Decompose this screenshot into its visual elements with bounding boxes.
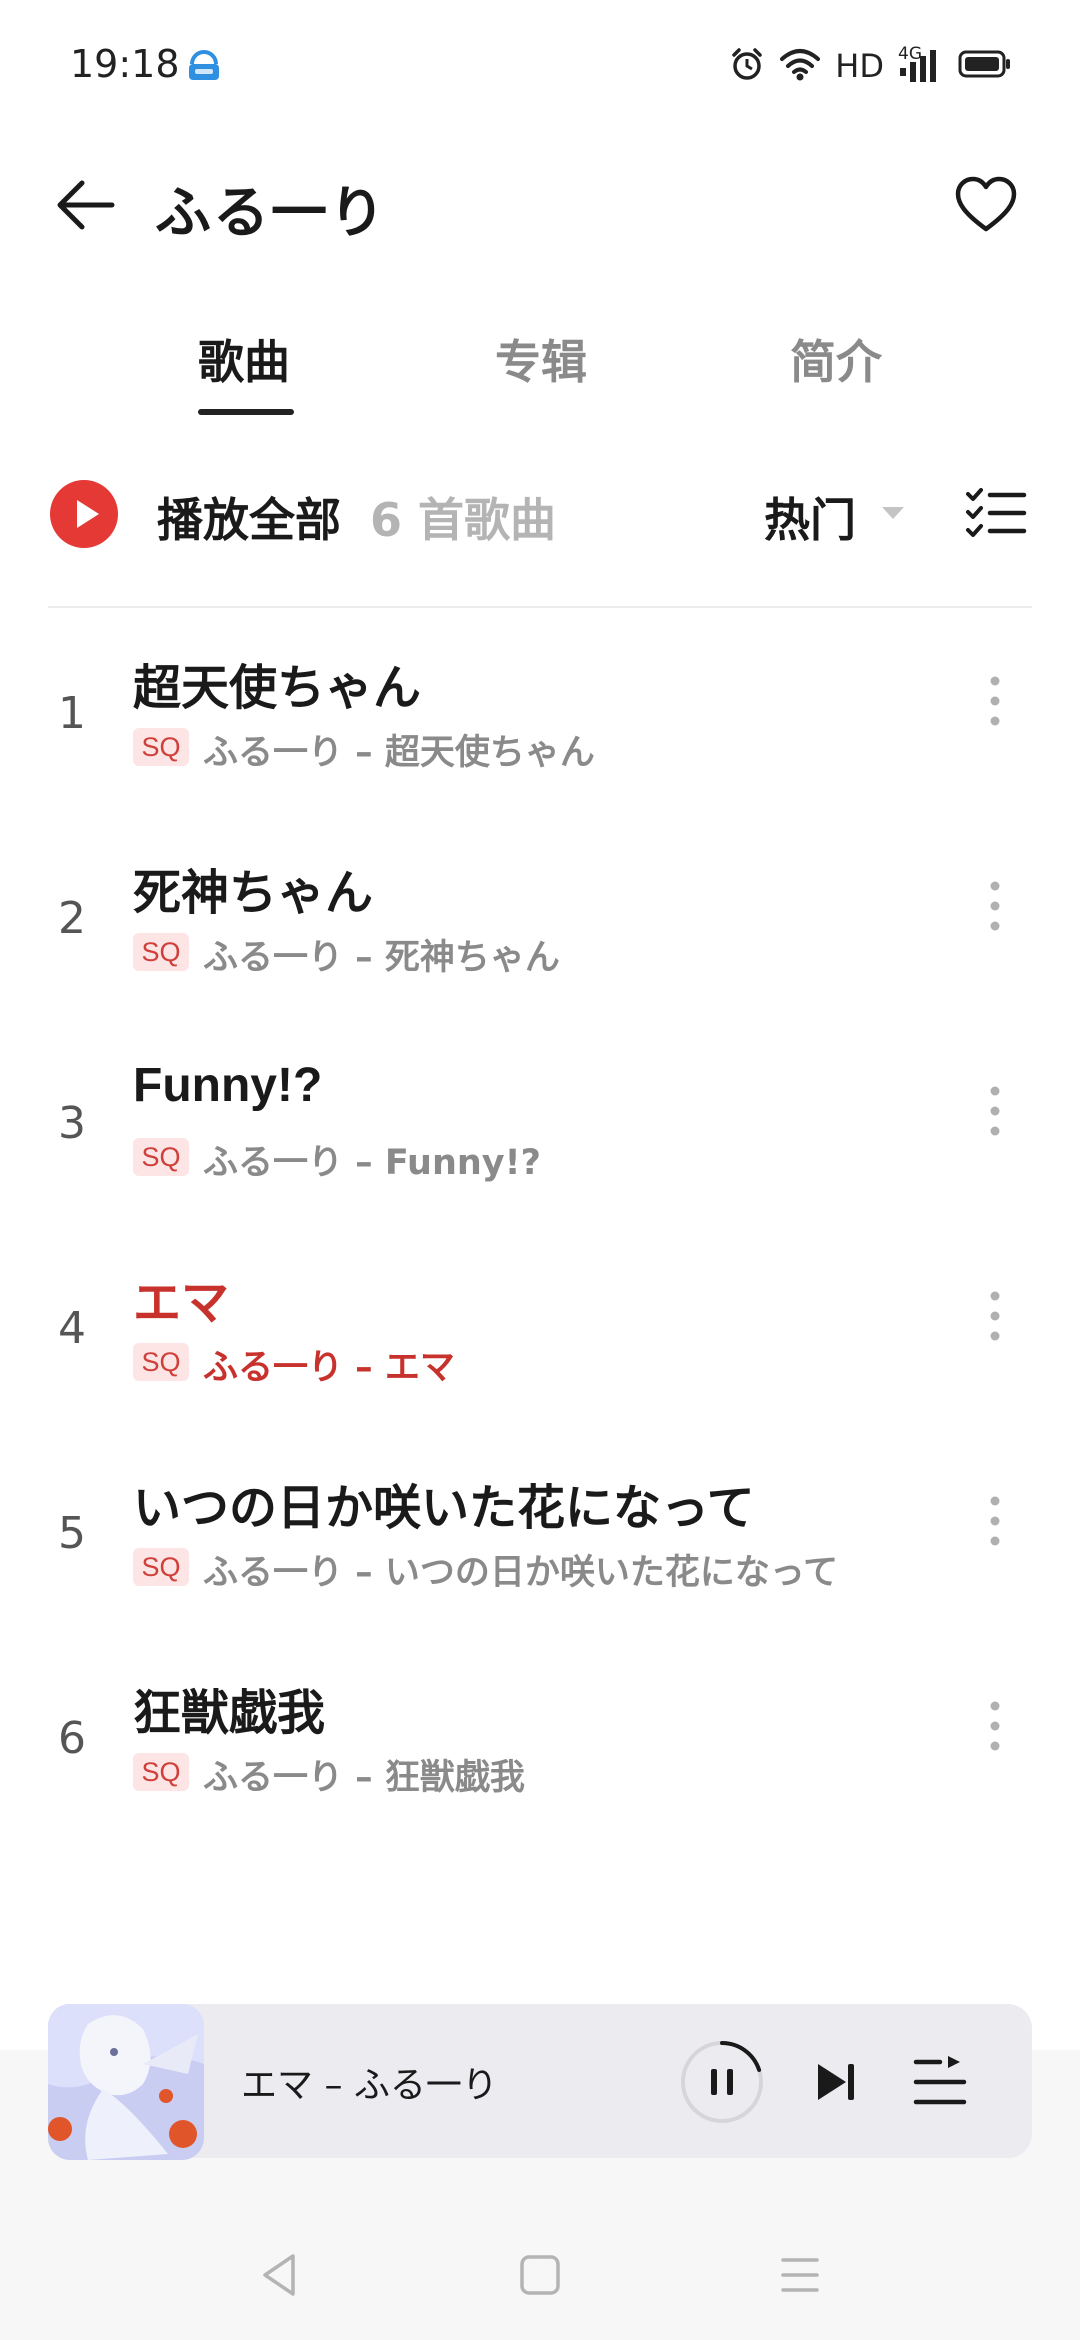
more-vertical-icon[interactable] <box>980 1288 1010 1348</box>
alarm-icon <box>729 46 765 86</box>
song-count: 6 首歌曲 <box>370 493 557 547</box>
tab-intro[interactable]: 简介 <box>790 326 882 392</box>
now-playing-title[interactable]: エマ – ふる一り <box>241 2056 498 2108</box>
page-title: ふる一り <box>155 181 387 246</box>
wifi-icon <box>779 47 821 85</box>
quality-badge: SQ <box>133 728 189 766</box>
song-subtitle: ふる一り – エマ <box>203 1348 455 1388</box>
pause-button[interactable] <box>678 2038 766 2126</box>
song-subtitle: ふる一り – Funny!? <box>203 1143 541 1183</box>
app-notification-icon <box>183 46 225 86</box>
mini-player[interactable]: エマ – ふる一り <box>48 2004 1032 2160</box>
playlist-icon[interactable] <box>910 2054 970 2110</box>
divider <box>48 606 1032 608</box>
quality-badge: SQ <box>133 933 189 971</box>
more-vertical-icon[interactable] <box>980 1493 1010 1553</box>
song-number: 4 <box>58 1303 86 1354</box>
tab-indicator <box>198 409 294 415</box>
heart-icon[interactable] <box>954 175 1018 235</box>
quality-badge: SQ <box>133 1548 189 1586</box>
song-subtitle: ふる一り – 狂獣戯我 <box>203 1758 525 1798</box>
nav-back-icon[interactable] <box>255 2250 305 2300</box>
play-all-button[interactable] <box>50 480 118 548</box>
song-subtitle: ふる一り – 死神ちゃん <box>203 938 560 978</box>
status-icons: HD 4G <box>729 44 1012 88</box>
song-row[interactable]: 2 死神ちゃん SQ ふる一り – 死神ちゃん <box>0 853 1080 1033</box>
song-title: 死神ちゃん <box>133 865 374 921</box>
song-subtitle: ふる一り – いつの日か咲いた花になって <box>203 1553 839 1593</box>
song-number: 1 <box>58 688 86 739</box>
song-row[interactable]: 5 いつの日か咲いた花になって SQ ふる一り – いつの日か咲いた花になって <box>0 1468 1080 1648</box>
hd-label: HD <box>835 47 884 85</box>
song-number: 3 <box>58 1098 86 1149</box>
song-row[interactable]: 3 Funny!? SQ ふる一り – Funny!? <box>0 1058 1080 1238</box>
chevron-down-icon[interactable] <box>880 505 906 521</box>
sort-dropdown[interactable]: 热门 <box>764 484 856 550</box>
play-all-label[interactable]: 播放全部 <box>157 484 341 550</box>
more-vertical-icon[interactable] <box>980 673 1010 733</box>
status-bar: 19:18 HD 4G <box>0 0 1080 130</box>
back-arrow-icon[interactable] <box>52 175 118 235</box>
tab-songs[interactable]: 歌曲 <box>198 326 290 392</box>
play-icon <box>77 500 99 528</box>
quality-badge: SQ <box>133 1138 189 1176</box>
nav-menu-icon[interactable] <box>775 2250 825 2300</box>
status-time: 19:18 <box>70 42 180 86</box>
progress-ring <box>720 2041 762 2072</box>
nav-home-icon[interactable] <box>515 2250 565 2300</box>
song-number: 6 <box>58 1713 86 1764</box>
song-subtitle: ふる一り – 超天使ちゃん <box>203 733 595 773</box>
more-vertical-icon[interactable] <box>980 1083 1010 1143</box>
signal-icon: 4G <box>898 44 944 86</box>
song-number: 5 <box>58 1508 86 1559</box>
quality-badge: SQ <box>133 1753 189 1791</box>
multi-select-icon[interactable] <box>965 487 1027 539</box>
next-track-icon[interactable] <box>808 2054 864 2110</box>
song-title: 超天使ちゃん <box>133 660 422 716</box>
battery-icon <box>958 49 1012 83</box>
song-title: いつの日か咲いた花になって <box>133 1480 755 1536</box>
network-type-label: 4G <box>898 44 922 64</box>
tab-albums[interactable]: 专辑 <box>495 326 587 392</box>
more-vertical-icon[interactable] <box>980 878 1010 938</box>
song-title: エマ <box>133 1275 230 1331</box>
more-vertical-icon[interactable] <box>980 1698 1010 1758</box>
song-title: Funny!? <box>133 1059 323 1112</box>
song-row-playing[interactable]: 4 エマ SQ ふる一り – エマ <box>0 1263 1080 1443</box>
quality-badge: SQ <box>133 1343 189 1381</box>
song-number: 2 <box>58 893 86 944</box>
pause-icon <box>711 2069 717 2095</box>
song-row[interactable]: 1 超天使ちゃん SQ ふる一り – 超天使ちゃん <box>0 648 1080 828</box>
song-title: 狂獣戯我 <box>133 1685 326 1741</box>
song-row[interactable]: 6 狂獣戯我 SQ ふる一り – 狂獣戯我 <box>0 1673 1080 1853</box>
album-art[interactable] <box>48 2004 204 2160</box>
